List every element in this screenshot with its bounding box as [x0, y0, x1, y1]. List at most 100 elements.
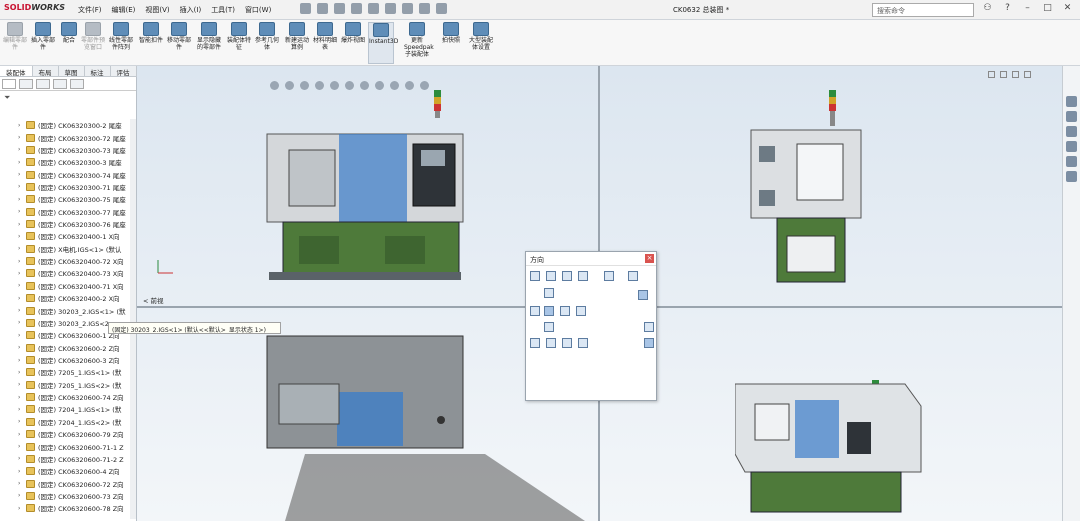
expand-arrow-icon[interactable]: › [0, 381, 20, 388]
tree-item[interactable]: › (固定) CK06320600-79 Z向 [0, 428, 130, 440]
ribbon-button[interactable]: 移动零部件 [166, 22, 192, 51]
tree-item[interactable]: › (固定) CK06320300-2 尾座 [0, 119, 130, 131]
tree-item[interactable]: › (固定) CK06320300-77 尾座 [0, 206, 130, 218]
appearances-icon[interactable] [1066, 156, 1077, 167]
menu-item[interactable]: 文件(F) [78, 5, 102, 15]
link-views-icon[interactable] [644, 338, 654, 348]
rotate-view-icon[interactable] [644, 322, 654, 332]
command-tab[interactable]: 布局 [33, 66, 59, 77]
expand-arrow-icon[interactable]: › [0, 258, 20, 265]
expand-arrow-icon[interactable]: › [0, 406, 20, 413]
ribbon-button[interactable]: 更新Speedpak子装配体 [404, 22, 434, 58]
expand-arrow-icon[interactable]: › [0, 122, 20, 129]
maximize-icon[interactable]: □ [1042, 3, 1053, 14]
view-cube-icon[interactable] [638, 290, 648, 300]
top-view-icon[interactable] [544, 288, 554, 298]
reset-views-icon[interactable] [562, 271, 572, 281]
zoom-area-icon[interactable] [285, 81, 294, 90]
tree-item[interactable]: › (固定) 7204_1.IGS<2> (默 [0, 416, 130, 428]
maximize-icon[interactable] [1012, 71, 1019, 78]
app-logo[interactable]: SOLIDWORKS [4, 3, 65, 12]
filter-icon[interactable]: ⏷ [0, 91, 136, 105]
tree-item[interactable]: › (固定) CK06320400-2 X向 [0, 292, 130, 304]
tree-item[interactable]: › (固定) CK06320300-72 尾座 [0, 131, 130, 143]
restore-icon[interactable] [988, 71, 995, 78]
ribbon-button[interactable]: 配合 [56, 22, 82, 44]
view-orientation-icon[interactable] [345, 81, 354, 90]
four-view-icon[interactable] [578, 338, 588, 348]
expand-arrow-icon[interactable]: › [0, 134, 20, 141]
expand-arrow-icon[interactable]: › [0, 344, 20, 351]
print-icon[interactable] [351, 3, 362, 14]
tree-item[interactable]: › (固定) CK06320600-71-2 Z [0, 453, 130, 465]
view-selector-icon[interactable] [604, 271, 614, 281]
tree-item[interactable]: › (固定) CK06320300-75 尾座 [0, 193, 130, 205]
new-view-icon[interactable] [530, 271, 540, 281]
help-icon[interactable]: ? [1002, 3, 1013, 14]
expand-arrow-icon[interactable]: › [0, 505, 20, 512]
ribbon-button[interactable]: 智能扣件 [138, 22, 164, 44]
tree-item[interactable]: › (固定) CK06320400-73 X向 [0, 267, 130, 279]
tree-item[interactable]: › (固定) CK06320300-73 尾座 [0, 144, 130, 156]
expand-arrow-icon[interactable]: › [0, 282, 20, 289]
tree-item[interactable]: › (固定) CK06320600-78 Z向 [0, 502, 130, 514]
expand-arrow-icon[interactable]: › [0, 307, 20, 314]
tree-item[interactable]: › (固定) 7204_1.IGS<1> (默 [0, 403, 130, 415]
select-icon[interactable] [385, 3, 396, 14]
rebuild-icon[interactable] [402, 3, 413, 14]
tree-item[interactable]: › (固定) 30203_2.IGS<1> (默 [0, 304, 130, 316]
property-manager-tab-icon[interactable] [19, 79, 33, 89]
pin-icon[interactable] [628, 271, 638, 281]
expand-arrow-icon[interactable]: › [0, 146, 20, 153]
section-view-icon[interactable] [315, 81, 324, 90]
close-icon[interactable]: ✕ [1062, 3, 1073, 14]
normal-to-icon[interactable] [578, 271, 588, 281]
expand-arrow-icon[interactable]: › [0, 221, 20, 228]
file-explorer-icon[interactable] [1066, 126, 1077, 137]
tree-item[interactable]: › (固定) CK06320400-1 X向 [0, 230, 130, 242]
expand-arrow-icon[interactable]: › [0, 332, 20, 339]
ribbon-button[interactable]: 插入零部件 [30, 22, 56, 51]
tree-item[interactable]: › (固定) X电机.IGS<1> (默认 [0, 243, 130, 255]
ribbon-button[interactable]: Instant3D [368, 22, 398, 64]
configuration-tab-icon[interactable] [36, 79, 50, 89]
display-style-icon[interactable] [360, 81, 369, 90]
menu-item[interactable]: 工具(T) [211, 5, 235, 15]
tree-item[interactable]: › (固定) CK06320600-73 Z向 [0, 490, 130, 502]
menu-item[interactable]: 窗口(W) [245, 5, 271, 15]
design-library-icon[interactable] [1066, 111, 1077, 122]
bottom-view-icon[interactable] [544, 322, 554, 332]
options-gear-icon[interactable] [436, 3, 447, 14]
expand-arrow-icon[interactable]: › [0, 319, 20, 326]
search-commands-input[interactable]: 搜索命令 [872, 3, 974, 17]
tree-scrollbar[interactable] [130, 119, 136, 519]
minimize-icon[interactable]: – [1022, 3, 1033, 14]
dynamic-annotation-icon[interactable] [330, 81, 339, 90]
expand-arrow-icon[interactable]: › [0, 233, 20, 240]
tree-item[interactable]: › (固定) CK06320600-4 Z向 [0, 465, 130, 477]
close-icon[interactable]: × [645, 254, 654, 263]
expand-arrow-icon[interactable]: › [0, 418, 20, 425]
custom-properties-icon[interactable] [1066, 171, 1077, 182]
command-tab[interactable]: 标注 [85, 66, 111, 77]
ribbon-button[interactable]: 线性零部件阵列 [108, 22, 134, 51]
expand-arrow-icon[interactable]: › [0, 159, 20, 166]
tree-item[interactable]: › (固定) 7205_1.IGS<1> (默 [0, 366, 130, 378]
tree-item[interactable]: › (固定) CK06320600-71-1 Z [0, 440, 130, 452]
dimxpert-tab-icon[interactable] [53, 79, 67, 89]
expand-arrow-icon[interactable]: › [0, 208, 20, 215]
single-view-icon[interactable] [530, 338, 540, 348]
menu-item[interactable]: 编辑(E) [112, 5, 136, 15]
expand-arrow-icon[interactable]: › [0, 295, 20, 302]
ribbon-button[interactable]: 新建运动算例 [284, 22, 310, 51]
expand-arrow-icon[interactable]: › [0, 443, 20, 450]
save-icon[interactable] [334, 3, 345, 14]
tree-item[interactable]: › (固定) CK06320300-71 尾座 [0, 181, 130, 193]
expand-arrow-icon[interactable]: › [0, 468, 20, 475]
edit-appearance-icon[interactable] [390, 81, 399, 90]
view-settings-icon[interactable] [420, 81, 429, 90]
restore-icon[interactable] [1000, 71, 1007, 78]
close-icon[interactable] [1024, 71, 1031, 78]
two-view-horizontal-icon[interactable] [546, 338, 556, 348]
home-icon[interactable] [1066, 96, 1077, 107]
